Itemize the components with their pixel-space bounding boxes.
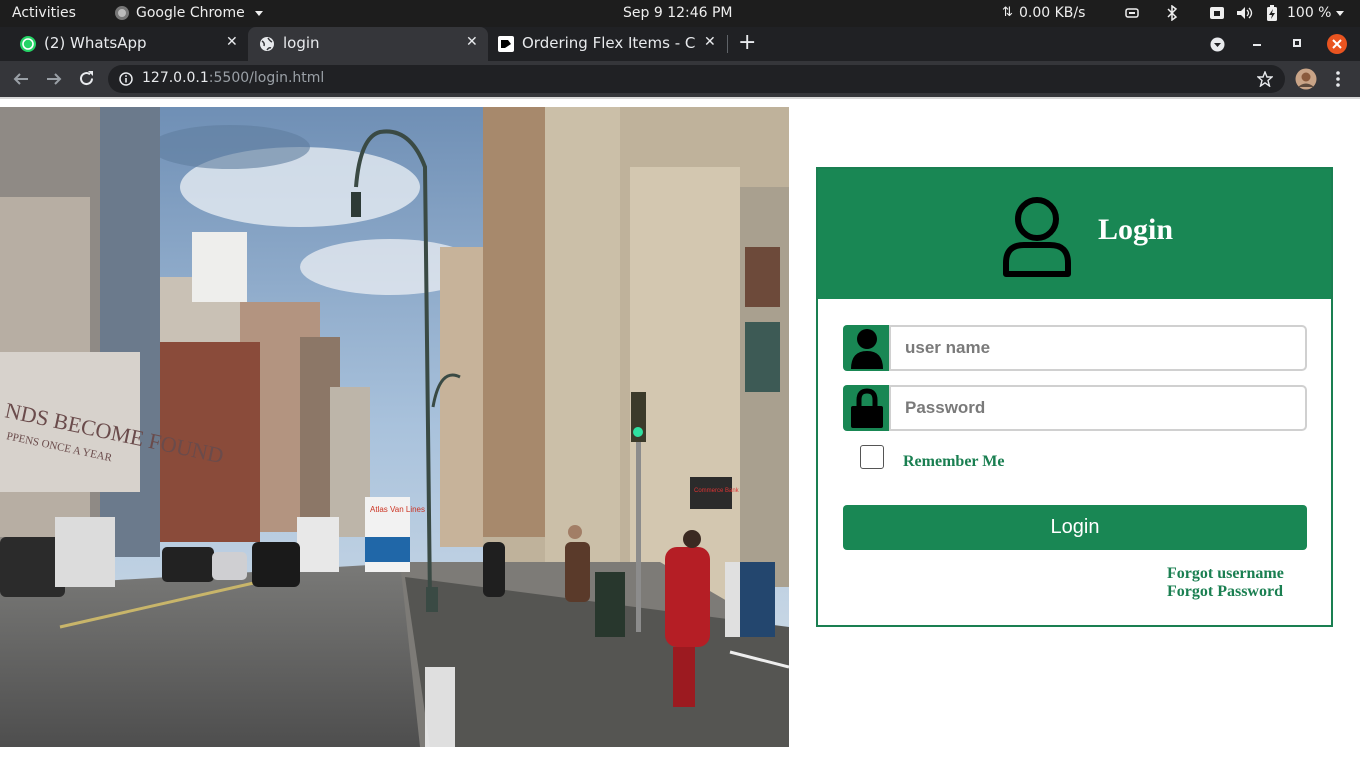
- clock[interactable]: Sep 9 12:46 PM: [623, 5, 733, 21]
- chevron-down-icon: [255, 11, 263, 16]
- url-path: :5500/login.html: [208, 70, 325, 86]
- city-street-image: NDS BECOME FOUND PPENS ONCE A YEAR Comme…: [0, 107, 789, 747]
- close-tab-icon[interactable]: ✕: [466, 34, 478, 50]
- reload-icon[interactable]: [78, 70, 95, 87]
- tab-ordering-flex-items[interactable]: Ordering Flex Items - C ✕: [488, 27, 728, 61]
- login-card-header: Login: [818, 169, 1331, 299]
- tab-title: Ordering Flex Items - C: [522, 34, 696, 52]
- tab-title: (2) WhatsApp: [44, 34, 147, 52]
- back-arrow-icon[interactable]: [13, 71, 29, 87]
- username-field-icon-box: [843, 325, 891, 371]
- app-menu[interactable]: Google Chrome: [136, 5, 245, 21]
- whatsapp-icon: [20, 36, 36, 52]
- minimize-icon[interactable]: [1253, 44, 1261, 46]
- lock-icon: [851, 388, 883, 428]
- tab-whatsapp[interactable]: (2) WhatsApp ✕: [8, 27, 248, 61]
- login-card: Login Remember Me Login Forgot username …: [816, 167, 1333, 627]
- globe-icon: [260, 37, 274, 51]
- network-wired-icon[interactable]: [1209, 6, 1225, 20]
- close-window-icon[interactable]: [1326, 33, 1348, 55]
- tab-title: login: [283, 34, 320, 52]
- password-field-icon-box: [843, 385, 891, 431]
- bluetooth-icon[interactable]: [1166, 5, 1178, 21]
- screen-icon: [1125, 8, 1139, 18]
- activities-button[interactable]: Activities: [12, 5, 76, 21]
- user-icon: [851, 329, 883, 369]
- address-bar[interactable]: 127.0.0.1:5500/login.html: [108, 65, 1285, 93]
- battery-icon[interactable]: [1266, 5, 1278, 22]
- browser-tab-strip: (2) WhatsApp ✕ login ✕ Ordering Flex Ite…: [0, 27, 1360, 61]
- url-host: 127.0.0.1: [142, 70, 209, 86]
- profile-avatar-icon[interactable]: [1295, 68, 1317, 90]
- volume-icon[interactable]: [1236, 6, 1254, 20]
- url-text[interactable]: 127.0.0.1:5500/login.html: [142, 70, 324, 86]
- password-input[interactable]: [889, 385, 1307, 431]
- remember-me-label[interactable]: Remember Me: [903, 453, 1004, 471]
- browser-toolbar: 127.0.0.1:5500/login.html: [0, 61, 1360, 97]
- tab-search-chevron-icon[interactable]: [1210, 37, 1225, 52]
- password-field: [843, 385, 1307, 431]
- site-icon: [498, 36, 514, 52]
- commerce-bank-text: Commerce Bank: [694, 488, 740, 494]
- username-field: [843, 325, 1307, 371]
- forward-arrow-icon[interactable]: [46, 71, 62, 87]
- forgot-username-link[interactable]: Forgot username: [1167, 565, 1284, 583]
- close-tab-icon[interactable]: ✕: [704, 34, 716, 50]
- bookmark-star-icon[interactable]: [1257, 71, 1273, 87]
- maximize-icon[interactable]: [1293, 39, 1301, 47]
- network-speed: 0.00 KB/s: [1019, 5, 1086, 21]
- street-photo: NDS BECOME FOUND PPENS ONCE A YEAR Comme…: [0, 107, 789, 747]
- user-avatar-icon: [1003, 197, 1071, 277]
- toolbar-border: [0, 97, 1360, 99]
- battery-percent[interactable]: 100 %: [1287, 5, 1331, 21]
- more-vert-icon[interactable]: [1335, 71, 1341, 87]
- tab-separator: [727, 35, 728, 53]
- new-tab-plus-icon[interactable]: +: [738, 30, 756, 55]
- info-icon[interactable]: [119, 72, 133, 86]
- truck-sign: Atlas Van Lines: [370, 505, 425, 514]
- system-top-bar: Activities Google Chrome Sep 9 12:46 PM …: [0, 0, 1360, 27]
- username-input[interactable]: [889, 325, 1307, 371]
- network-arrows-icon: ⇅: [1002, 5, 1013, 20]
- remember-me-checkbox[interactable]: [860, 445, 884, 469]
- forgot-password-link[interactable]: Forgot Password: [1167, 583, 1283, 601]
- login-title: Login: [1098, 213, 1174, 246]
- system-menu-chevron-icon[interactable]: [1336, 11, 1344, 16]
- login-button[interactable]: Login: [843, 505, 1307, 550]
- close-tab-icon[interactable]: ✕: [226, 34, 238, 50]
- tab-login[interactable]: login ✕: [248, 27, 488, 61]
- chrome-app-icon: [115, 6, 129, 20]
